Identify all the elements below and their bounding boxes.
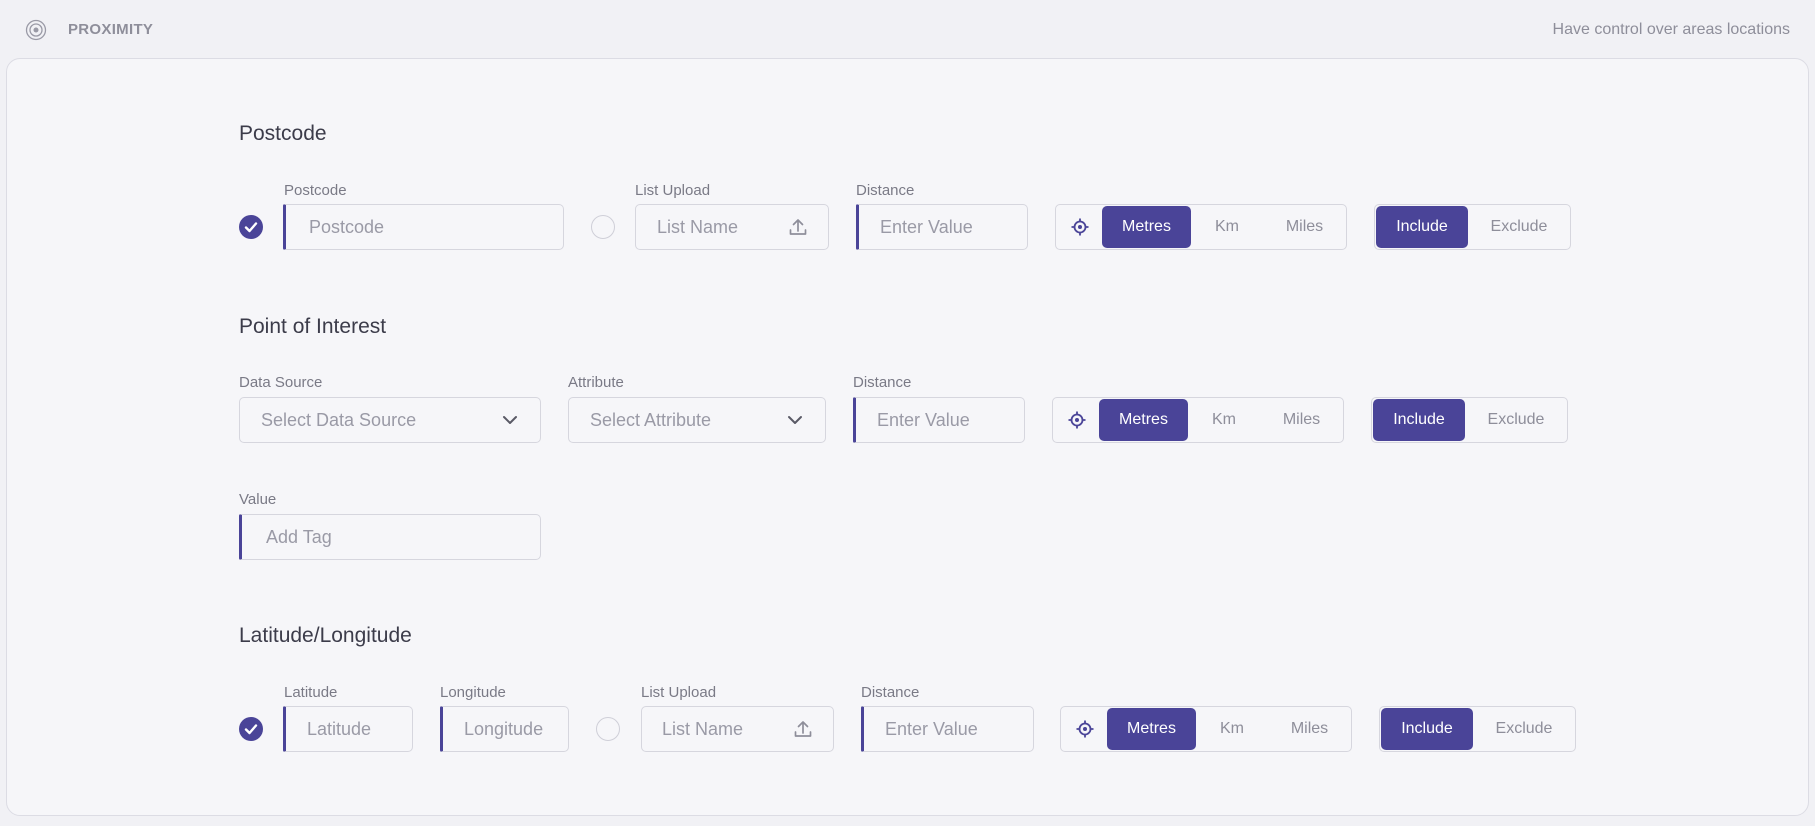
attribute-select[interactable]: Select Attribute (568, 397, 826, 443)
latitude-label: Latitude (284, 684, 338, 701)
latlng-list-upload-field[interactable]: List Name (641, 706, 834, 752)
latlng-section-title: Latitude/Longitude (239, 624, 412, 647)
poi-section-title: Point of Interest (239, 315, 387, 338)
latlng-checkbox[interactable] (239, 717, 263, 741)
value-label: Value (239, 491, 277, 508)
longitude-placeholder: Longitude (464, 719, 544, 739)
exclude-button[interactable]: Exclude (1473, 708, 1575, 750)
postcode-distance-label: Distance (856, 182, 915, 199)
exclude-button[interactable]: Exclude (1465, 399, 1567, 441)
value-tag-input[interactable]: Add Tag (239, 514, 541, 560)
postcode-input[interactable]: Postcode (283, 204, 564, 250)
data-source-placeholder: Select Data Source (261, 410, 417, 430)
upload-icon[interactable] (793, 719, 813, 739)
postcode-placeholder: Postcode (309, 217, 385, 237)
unit-km-button[interactable]: Km (1188, 399, 1260, 441)
unit-km-button[interactable]: Km (1196, 708, 1268, 750)
data-source-label: Data Source (239, 374, 323, 391)
exclude-button[interactable]: Exclude (1468, 206, 1570, 248)
postcode-label: Postcode (284, 182, 347, 199)
postcode-checkbox[interactable] (239, 215, 263, 239)
chevron-down-icon (788, 416, 802, 424)
latlng-distance-label: Distance (861, 684, 920, 701)
poi-unit-selector: Metres Km Miles (1052, 397, 1344, 443)
postcode-list-upload-label: List Upload (635, 182, 711, 199)
unit-miles-button[interactable]: Miles (1260, 399, 1343, 441)
latlng-list-upload-label: List Upload (641, 684, 717, 701)
postcode-include-exclude: Include Exclude (1374, 204, 1571, 250)
poi-distance-input[interactable]: Enter Value (853, 397, 1025, 443)
longitude-label: Longitude (440, 684, 506, 701)
top-bar: PROXIMITY Have control over areas locati… (0, 0, 1815, 58)
target-circle-icon (25, 19, 47, 41)
poi-include-exclude: Include Exclude (1371, 397, 1568, 443)
location-target-icon (1071, 218, 1089, 236)
unit-metres-button[interactable]: Metres (1102, 206, 1191, 248)
longitude-input[interactable]: Longitude (440, 706, 569, 752)
distance-placeholder: Enter Value (877, 410, 970, 430)
brand-title: PROXIMITY (68, 21, 154, 38)
attribute-placeholder: Select Attribute (590, 410, 712, 430)
include-button[interactable]: Include (1381, 708, 1473, 750)
poi-distance-label: Distance (853, 374, 912, 391)
include-button[interactable]: Include (1373, 399, 1465, 441)
postcode-section-title: Postcode (239, 122, 327, 145)
postcode-list-upload-field[interactable]: List Name (635, 204, 829, 250)
location-target-icon (1076, 720, 1094, 738)
distance-placeholder: Enter Value (880, 217, 973, 237)
unit-metres-button[interactable]: Metres (1107, 708, 1196, 750)
add-tag-placeholder: Add Tag (266, 527, 332, 547)
checkmark-icon (244, 222, 258, 233)
include-button[interactable]: Include (1376, 206, 1468, 248)
unit-km-button[interactable]: Km (1191, 206, 1263, 248)
unit-miles-button[interactable]: Miles (1263, 206, 1346, 248)
data-source-select[interactable]: Select Data Source (239, 397, 541, 443)
latlng-include-exclude: Include Exclude (1379, 706, 1576, 752)
latlng-distance-input[interactable]: Enter Value (861, 706, 1034, 752)
unit-metres-button[interactable]: Metres (1099, 399, 1188, 441)
latitude-placeholder: Latitude (307, 719, 372, 739)
latlng-list-upload-radio[interactable] (596, 717, 620, 741)
postcode-distance-input[interactable]: Enter Value (856, 204, 1028, 250)
chevron-down-icon (503, 416, 517, 424)
attribute-label: Attribute (568, 374, 624, 391)
checkmark-icon (244, 724, 258, 735)
list-name-placeholder: List Name (662, 719, 744, 739)
unit-miles-button[interactable]: Miles (1268, 708, 1351, 750)
list-name-placeholder: List Name (657, 217, 739, 237)
header-tagline: Have control over areas locations (1552, 21, 1790, 38)
upload-icon[interactable] (788, 217, 808, 237)
postcode-unit-selector: Metres Km Miles (1055, 204, 1347, 250)
latitude-input[interactable]: Latitude (283, 706, 413, 752)
postcode-list-upload-radio[interactable] (591, 215, 615, 239)
distance-placeholder: Enter Value (885, 719, 978, 739)
latlng-unit-selector: Metres Km Miles (1060, 706, 1352, 752)
location-target-icon (1068, 411, 1086, 429)
